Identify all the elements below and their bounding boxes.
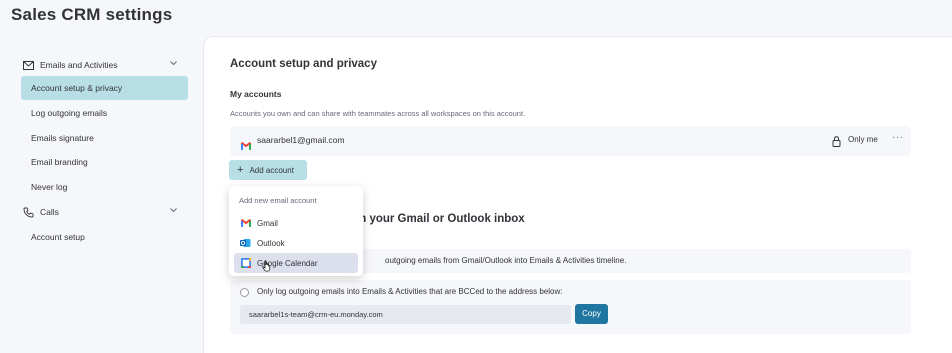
gmail-icon	[240, 218, 251, 229]
log-option-bcc-text: Only log outgoing emails into Emails & A…	[257, 287, 563, 296]
dropdown-title: Add new email account	[239, 196, 317, 205]
hand-cursor-icon	[262, 259, 272, 277]
mail-icon	[21, 58, 35, 72]
sidebar-group-emails-and-activities[interactable]: Emails and Activities	[21, 53, 188, 77]
bcc-address-field[interactable]: saararbel1s-team@crm-eu.monday.com	[240, 305, 571, 324]
section-title: Account setup and privacy	[230, 58, 377, 70]
sidebar-group-label: Calls	[40, 207, 59, 217]
privacy-selector[interactable]: Only me	[848, 135, 878, 144]
more-options-icon[interactable]: ···	[892, 132, 904, 143]
outlook-icon	[240, 238, 251, 249]
sidebar-group-label: Emails and Activities	[40, 60, 118, 70]
lock-icon	[832, 134, 841, 152]
sidebar-item-account-setup-privacy[interactable]: Account setup & privacy	[21, 76, 188, 100]
log-option-bcc[interactable]: Only log outgoing emails into Emails & A…	[230, 280, 911, 334]
google-calendar-icon	[240, 258, 251, 269]
my-accounts-heading: My accounts	[230, 89, 282, 99]
sidebar-group-calls[interactable]: Calls	[21, 200, 188, 224]
my-accounts-description: Accounts you own and can share with team…	[230, 109, 526, 118]
copy-button[interactable]: Copy	[575, 304, 608, 324]
sidebar-item-emails-signature[interactable]: Emails signature	[21, 126, 188, 150]
bcc-radio[interactable]	[240, 288, 249, 297]
dropdown-item-outlook[interactable]: Outlook	[234, 233, 358, 253]
phone-icon	[21, 205, 35, 219]
dropdown-item-gmail[interactable]: Gmail	[234, 213, 358, 233]
account-email: saararbel1@gmail.com	[257, 135, 345, 145]
log-option-all-text: outgoing emails from Gmail/Outlook into …	[385, 256, 627, 265]
add-account-label: Add account	[249, 165, 294, 175]
account-row: saararbel1@gmail.com Only me ···	[230, 126, 911, 156]
gmail-icon	[241, 137, 251, 155]
sidebar-item-log-outgoing-emails[interactable]: Log outgoing emails	[21, 101, 188, 125]
dropdown-item-label: Gmail	[257, 218, 278, 228]
dropdown-item-google-calendar[interactable]: Google Calendar	[234, 253, 358, 273]
sidebar-item-email-branding[interactable]: Email branding	[21, 150, 188, 174]
log-emails-section-title: om your Gmail or Outlook inbox	[349, 213, 525, 225]
dropdown-item-label: Outlook	[257, 238, 285, 248]
plus-icon: +	[237, 163, 244, 176]
page-title: Sales CRM settings	[11, 5, 173, 24]
chevron-down-icon[interactable]	[168, 205, 178, 215]
add-email-account-dropdown: Add new email account Gmail Outlook Goog…	[229, 186, 363, 276]
sidebar-item-calls-account-setup[interactable]: Account setup	[21, 225, 188, 249]
sidebar-item-never-log[interactable]: Never log	[21, 175, 188, 199]
add-account-button[interactable]: + Add account	[229, 160, 307, 180]
chevron-down-icon[interactable]	[168, 58, 178, 68]
